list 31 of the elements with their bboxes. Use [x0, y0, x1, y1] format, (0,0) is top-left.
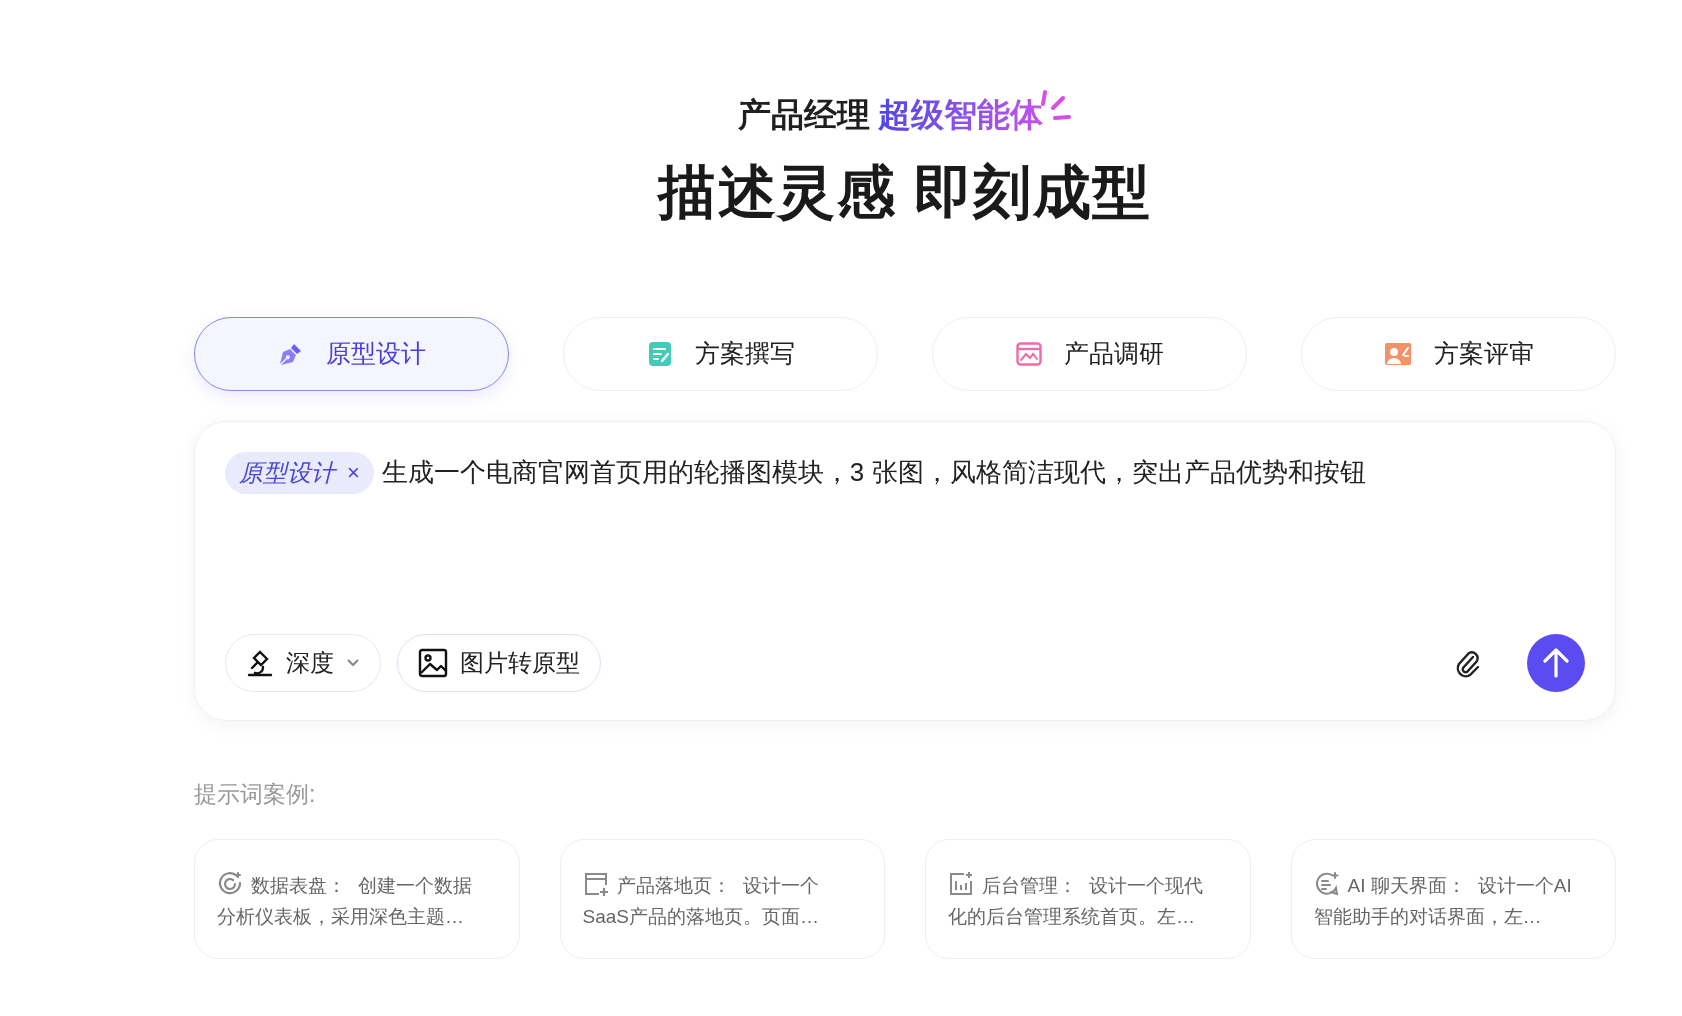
tagline: 产品经理	[737, 96, 870, 133]
example-prompt: AI 聊天界面： 设计一个AI智能助手的对话界面，左…	[1313, 870, 1586, 932]
remove-tag-button[interactable]: ×	[347, 461, 360, 484]
example-prompt: 产品落地页： 设计一个SaaS产品的落地页。页面…	[582, 870, 855, 932]
mode-tab[interactable]: 方案评审	[1301, 316, 1616, 391]
image-icon	[418, 647, 448, 678]
example-card[interactable]: 产品落地页： 设计一个SaaS产品的落地页。页面…	[559, 839, 885, 959]
bar-chart-icon	[948, 871, 974, 897]
chart-window-icon	[1015, 341, 1042, 366]
example-card[interactable]: AI 聊天界面： 设计一个AI智能助手的对话界面，左…	[1290, 839, 1616, 959]
microscope-icon	[246, 648, 274, 677]
browser-window-icon	[582, 871, 609, 897]
prompt-input[interactable]: 生成一个电商官网首页用的轮播图模块，3 张图，风格简洁现代，突出产品优势和按钮	[381, 453, 1366, 492]
send-button[interactable]	[1527, 633, 1585, 692]
page-title: 描述灵感 即刻成型	[658, 157, 1152, 226]
presentation-icon	[1383, 341, 1412, 366]
chat-bubble-icon	[1313, 871, 1340, 897]
section-label: 提示词案例:	[194, 779, 317, 809]
arrow-up-icon	[1543, 647, 1569, 678]
example-card[interactable]: 后台管理： 设计一个现代化的后台管理系统首页。左…	[925, 839, 1251, 959]
example-prompt: 数据表盘： 创建一个数据分析仪表板，采用深色主题…	[217, 870, 489, 932]
chevron-down-icon	[346, 657, 360, 668]
mode-tab[interactable]: 方案撰写	[563, 316, 878, 391]
tag-label: 原型设计	[239, 457, 335, 488]
gauge-icon	[217, 871, 243, 897]
mode-tab[interactable]: 原型设计	[194, 316, 509, 391]
example-card[interactable]: 数据表盘： 创建一个数据分析仪表板，采用深色主题…	[194, 839, 520, 959]
mode-tab[interactable]: 产品调研	[932, 316, 1247, 391]
mode-label: 深度	[286, 647, 334, 678]
document-icon	[646, 340, 673, 367]
example-prompt: 后台管理： 设计一个现代化的后台管理系统首页。左…	[948, 870, 1220, 932]
